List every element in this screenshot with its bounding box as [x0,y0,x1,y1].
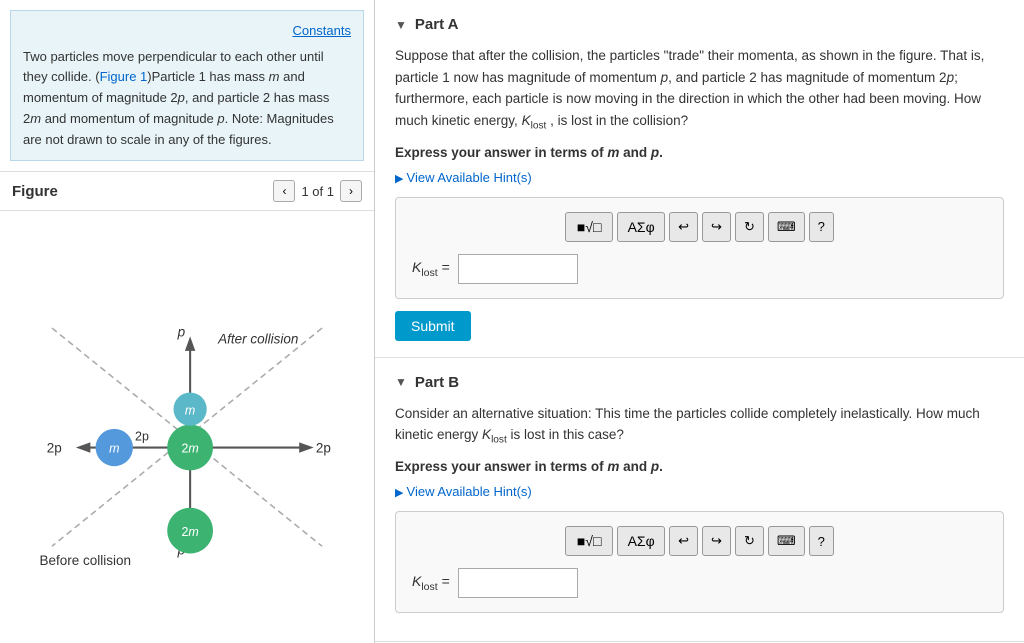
part-b-toolbar-matrix-btn[interactable]: ■√□ [565,526,613,556]
part-b-hint-link[interactable]: View Available Hint(s) [395,484,1004,499]
part-a-toolbar: ■√□ ΑΣφ ↩ ↪ ↻ ⌨ ? [412,212,987,242]
part-b-toolbar-redo-btn[interactable]: ↪ [702,526,731,556]
part-a-express: Express your answer in terms of m and p. [395,145,1004,160]
part-b-description: Consider an alternative situation: This … [395,403,1004,449]
svg-text:2p: 2p [135,430,149,444]
part-b-toolbar-help-btn[interactable]: ? [809,526,834,556]
momentum-p: p [217,111,224,126]
problem-description: Constants Two particles move perpendicul… [10,10,364,161]
part-a-header: ▼ Part A [395,16,1004,33]
svg-text:m: m [109,442,119,456]
right-panel: ▼ Part A Suppose that after the collisio… [375,0,1024,643]
toolbar-keyboard-btn[interactable]: ⌨ [768,212,805,242]
momentum-2p: p [178,90,185,105]
part-b-toolbar: ■√□ ΑΣφ ↩ ↪ ↻ ⌨ ? [412,526,987,556]
svg-text:2m: 2m [181,525,198,539]
figure-header: Figure ‹ 1 of 1 › [0,171,374,211]
part-b-toolbar-greek-btn[interactable]: ΑΣφ [617,526,665,556]
figure-svg: After collision p 2p p [0,211,374,643]
svg-text:m: m [185,404,195,418]
figure-section: Figure ‹ 1 of 1 › After collision p [0,171,374,643]
part-b-answer-input[interactable] [458,568,578,598]
svg-text:2p: 2p [47,441,62,456]
figure1-link[interactable]: Figure 1 [100,69,148,84]
part-b-section: ▼ Part B Consider an alternative situati… [375,358,1024,642]
left-panel: Constants Two particles move perpendicul… [0,0,375,643]
toolbar-refresh-btn[interactable]: ↻ [735,212,764,242]
part-b-collapse[interactable]: ▼ [395,375,407,389]
svg-text:2m: 2m [181,442,198,456]
next-figure-button[interactable]: › [340,180,362,202]
figure-title: Figure [12,183,273,200]
part-a-title: Part A [415,16,459,33]
part-a-answer-box: ■√□ ΑΣφ ↩ ↪ ↻ ⌨ ? Klost = [395,197,1004,299]
part-b-toolbar-refresh-btn[interactable]: ↻ [735,526,764,556]
part-b-answer-box: ■√□ ΑΣφ ↩ ↪ ↻ ⌨ ? Klost = [395,511,1004,613]
toolbar-help-btn[interactable]: ? [809,212,834,242]
part-a-k-label: Klost = [412,259,450,279]
before-collision-label: Before collision [39,553,131,568]
part-b-header: ▼ Part B [395,374,1004,391]
part-b-toolbar-undo-btn[interactable]: ↩ [669,526,698,556]
part-b-express: Express your answer in terms of m and p. [395,459,1004,474]
part-a-input-row: Klost = [412,254,987,284]
part-b-input-row: Klost = [412,568,987,598]
toolbar-redo-btn[interactable]: ↪ [702,212,731,242]
part-a-submit-button[interactable]: Submit [395,311,471,341]
figure-canvas: After collision p 2p p [0,211,374,643]
part-b-toolbar-keyboard-btn[interactable]: ⌨ [768,526,805,556]
prev-figure-button[interactable]: ‹ [273,180,295,202]
page-indicator: 1 of 1 [301,184,334,199]
mass-m: m [269,69,280,84]
toolbar-greek-btn[interactable]: ΑΣφ [617,212,665,242]
part-a-collapse[interactable]: ▼ [395,18,407,32]
svg-text:p: p [177,325,186,340]
part-a-section: ▼ Part A Suppose that after the collisio… [375,0,1024,358]
part-b-k-label: Klost = [412,573,450,593]
toolbar-undo-btn[interactable]: ↩ [669,212,698,242]
part-a-hint-link[interactable]: View Available Hint(s) [395,170,1004,185]
part-a-description: Suppose that after the collision, the pa… [395,45,1004,135]
constants-link[interactable]: Constants [23,21,351,41]
svg-text:2p: 2p [316,441,331,456]
figure-navigation: ‹ 1 of 1 › [273,180,362,202]
part-a-answer-input[interactable] [458,254,578,284]
mass-2m: m [30,111,41,126]
after-collision-label: After collision [217,332,298,347]
toolbar-matrix-btn[interactable]: ■√□ [565,212,613,242]
part-b-title: Part B [415,374,459,391]
